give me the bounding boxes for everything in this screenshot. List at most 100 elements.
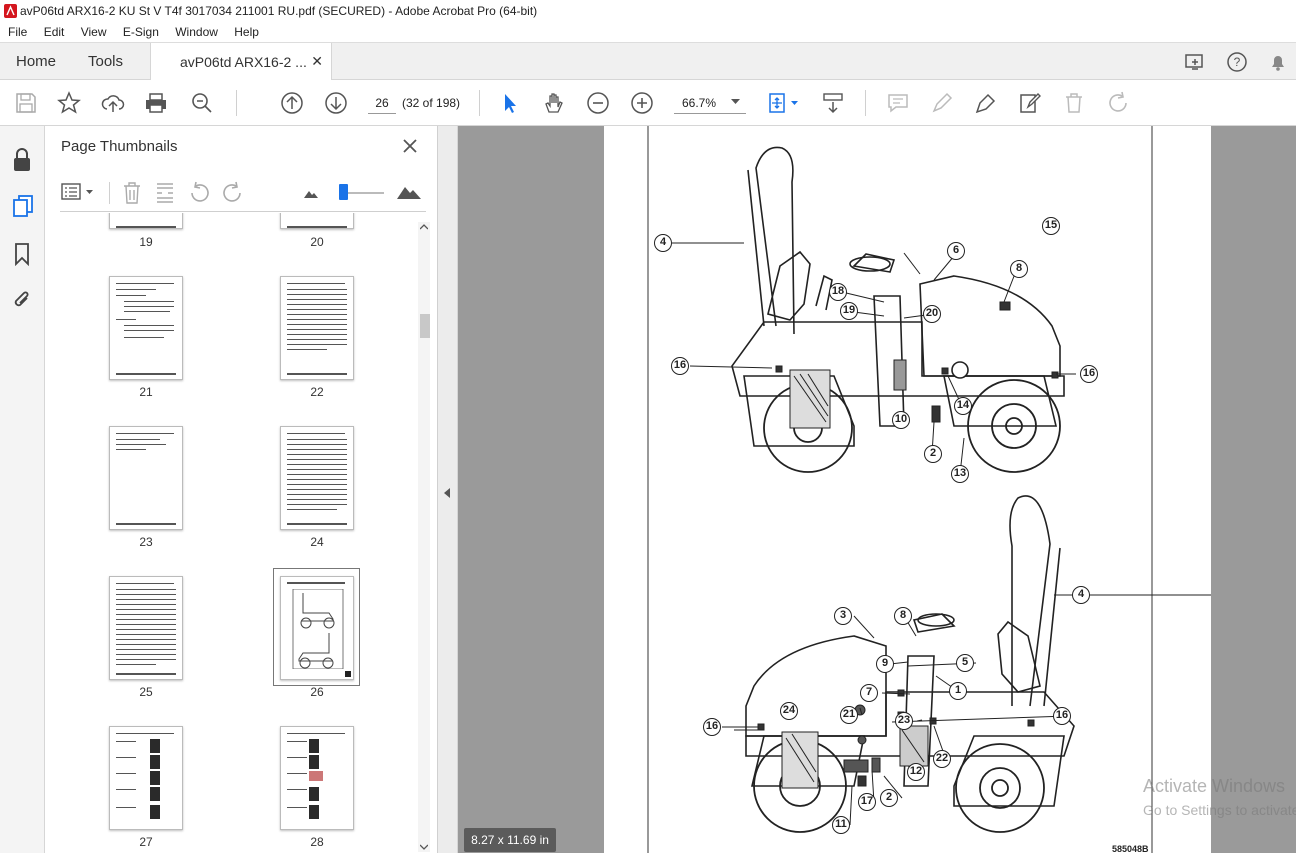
toolbar-divider: [236, 90, 237, 116]
share-screen-icon[interactable]: [1184, 51, 1206, 73]
hydraulic-block-top: [775, 301, 1059, 429]
callout-marker: 21: [840, 706, 858, 724]
delete-page-icon[interactable]: [121, 181, 143, 205]
search-zoom-icon[interactable]: [190, 91, 214, 115]
fit-page-icon[interactable]: [766, 91, 790, 115]
tab-document[interactable]: avP06td ARX16-2 ... ✕: [150, 43, 332, 81]
page-thumbnail-label: 20: [310, 235, 324, 249]
tab-document-label: avP06td ARX16-2 ...: [180, 54, 307, 70]
fuel-cap-top: [951, 361, 969, 379]
callout-marker: 23: [895, 712, 913, 730]
chevron-down-icon[interactable]: [791, 101, 798, 106]
lock-icon[interactable]: [12, 148, 32, 172]
print-icon[interactable]: [144, 91, 168, 115]
callout-marker: 7: [860, 684, 878, 702]
menu-help[interactable]: Help: [226, 22, 264, 39]
navigation-rail: [0, 126, 45, 853]
callout-marker: 11: [832, 816, 850, 834]
activate-windows-subtitle: Go to Settings to activate Windows.: [1143, 802, 1296, 818]
acrobat-logo-icon: [4, 4, 17, 18]
previous-page-icon[interactable]: [280, 91, 304, 115]
menu-esign[interactable]: E-Sign: [115, 22, 164, 39]
select-cursor-icon[interactable]: [498, 91, 522, 115]
page-thumbnail[interactable]: [280, 726, 354, 830]
menu-edit[interactable]: Edit: [36, 22, 70, 39]
document-viewport[interactable]: 4 15 6 8 18 19 20 16 16 14 10 2 13 4 3 8…: [458, 126, 1296, 853]
callout-marker: 8: [1010, 260, 1028, 278]
delete-trash-icon[interactable]: [1062, 91, 1086, 115]
tab-tools[interactable]: Tools: [88, 43, 123, 80]
comment-icon[interactable]: [886, 91, 910, 115]
scroll-mode-icon[interactable]: [821, 91, 845, 115]
drain-plug-bottom: [857, 735, 867, 745]
rotate-counterclockwise-icon[interactable]: [188, 181, 210, 205]
menu-file[interactable]: File: [0, 22, 32, 39]
rotate-clockwise-icon[interactable]: [222, 181, 244, 205]
toolbar-divider: [479, 90, 480, 116]
next-page-icon[interactable]: [324, 91, 348, 115]
callout-marker: 14: [954, 397, 972, 415]
redo-icon[interactable]: [1106, 91, 1130, 115]
page-thumbnail-label: 19: [139, 235, 153, 249]
page-thumbnail[interactable]: [109, 276, 183, 380]
hand-tool-icon[interactable]: [542, 91, 566, 115]
notifications-bell-icon[interactable]: [1267, 51, 1289, 73]
small-thumbnails-mountain-icon[interactable]: [303, 187, 319, 199]
scroll-up-arrow-icon[interactable]: [420, 224, 428, 230]
page-thumbnails-panel: Page Thumbnails 19 20 21 22 23 24 25 26 …: [45, 126, 438, 853]
tab-home[interactable]: Home: [16, 43, 56, 80]
zoom-level-select[interactable]: 66.7%: [674, 92, 746, 114]
hydraulic-block-bottom: [757, 689, 1035, 789]
page-thumbnail[interactable]: [109, 426, 183, 530]
edit-text-icon[interactable]: [1018, 91, 1042, 115]
page-thumbnail[interactable]: [280, 276, 354, 380]
callout-marker: 10: [892, 411, 910, 429]
callout-marker: 20: [923, 305, 941, 323]
panel-collapse-strip[interactable]: [438, 126, 458, 853]
page-thumbnail-label: 27: [139, 835, 153, 849]
page-thumbnail-label: 28: [310, 835, 324, 849]
thumbnail-size-slider-handle[interactable]: [339, 184, 348, 200]
page-thumbnail[interactable]: [280, 213, 354, 229]
zoom-in-icon[interactable]: [630, 91, 654, 115]
large-thumbnails-mountain-icon[interactable]: [396, 182, 422, 200]
panel-toolbar: [45, 174, 438, 212]
svg-text:?: ?: [1234, 55, 1241, 69]
close-panel-icon[interactable]: [400, 136, 420, 156]
callout-marker: 4: [1072, 586, 1090, 604]
thumbnails-scrollbar-handle[interactable]: [420, 314, 430, 338]
page-size-indicator: 8.27 x 11.69 in: [464, 828, 556, 852]
help-icon[interactable]: ?: [1226, 51, 1248, 73]
attachments-paperclip-icon[interactable]: [11, 288, 33, 312]
callout-marker: 2: [924, 445, 942, 463]
page-thumbnail[interactable]: [109, 726, 183, 830]
close-tab-icon[interactable]: ✕: [311, 53, 323, 70]
collapse-left-arrow-icon[interactable]: [444, 488, 451, 498]
page-thumbnail-current[interactable]: [280, 576, 354, 680]
zoom-out-icon[interactable]: [586, 91, 610, 115]
page-number-input[interactable]: 26: [368, 92, 396, 114]
activate-windows-title: Activate Windows: [1143, 776, 1286, 796]
callout-leaders-top: [672, 242, 1076, 475]
bookmark-star-icon[interactable]: [57, 91, 81, 115]
menu-window[interactable]: Window: [167, 22, 223, 39]
page-thumbnail[interactable]: [109, 213, 183, 229]
thumbnail-options-menu-icon[interactable]: [61, 181, 95, 203]
bookmarks-icon[interactable]: [13, 242, 31, 266]
save-icon[interactable]: [14, 91, 38, 115]
callout-marker: 18: [829, 283, 847, 301]
page-thumbnails-icon[interactable]: [12, 194, 34, 218]
scroll-down-arrow-icon[interactable]: [420, 844, 428, 850]
panel-title: Page Thumbnails: [61, 138, 178, 155]
extract-pages-icon[interactable]: [154, 181, 176, 205]
page-thumbnail[interactable]: [109, 576, 183, 680]
draw-pen-icon[interactable]: [974, 91, 998, 115]
page-thumbnail[interactable]: [280, 426, 354, 530]
thumbnail-roller-drawing: [289, 589, 347, 669]
page-thumbnail-label: 24: [310, 535, 324, 549]
callout-marker: 13: [951, 465, 969, 483]
callout-marker: 19: [840, 302, 858, 320]
highlight-pen-icon[interactable]: [930, 91, 954, 115]
menu-view[interactable]: View: [73, 22, 112, 39]
upload-cloud-icon[interactable]: [101, 91, 125, 115]
